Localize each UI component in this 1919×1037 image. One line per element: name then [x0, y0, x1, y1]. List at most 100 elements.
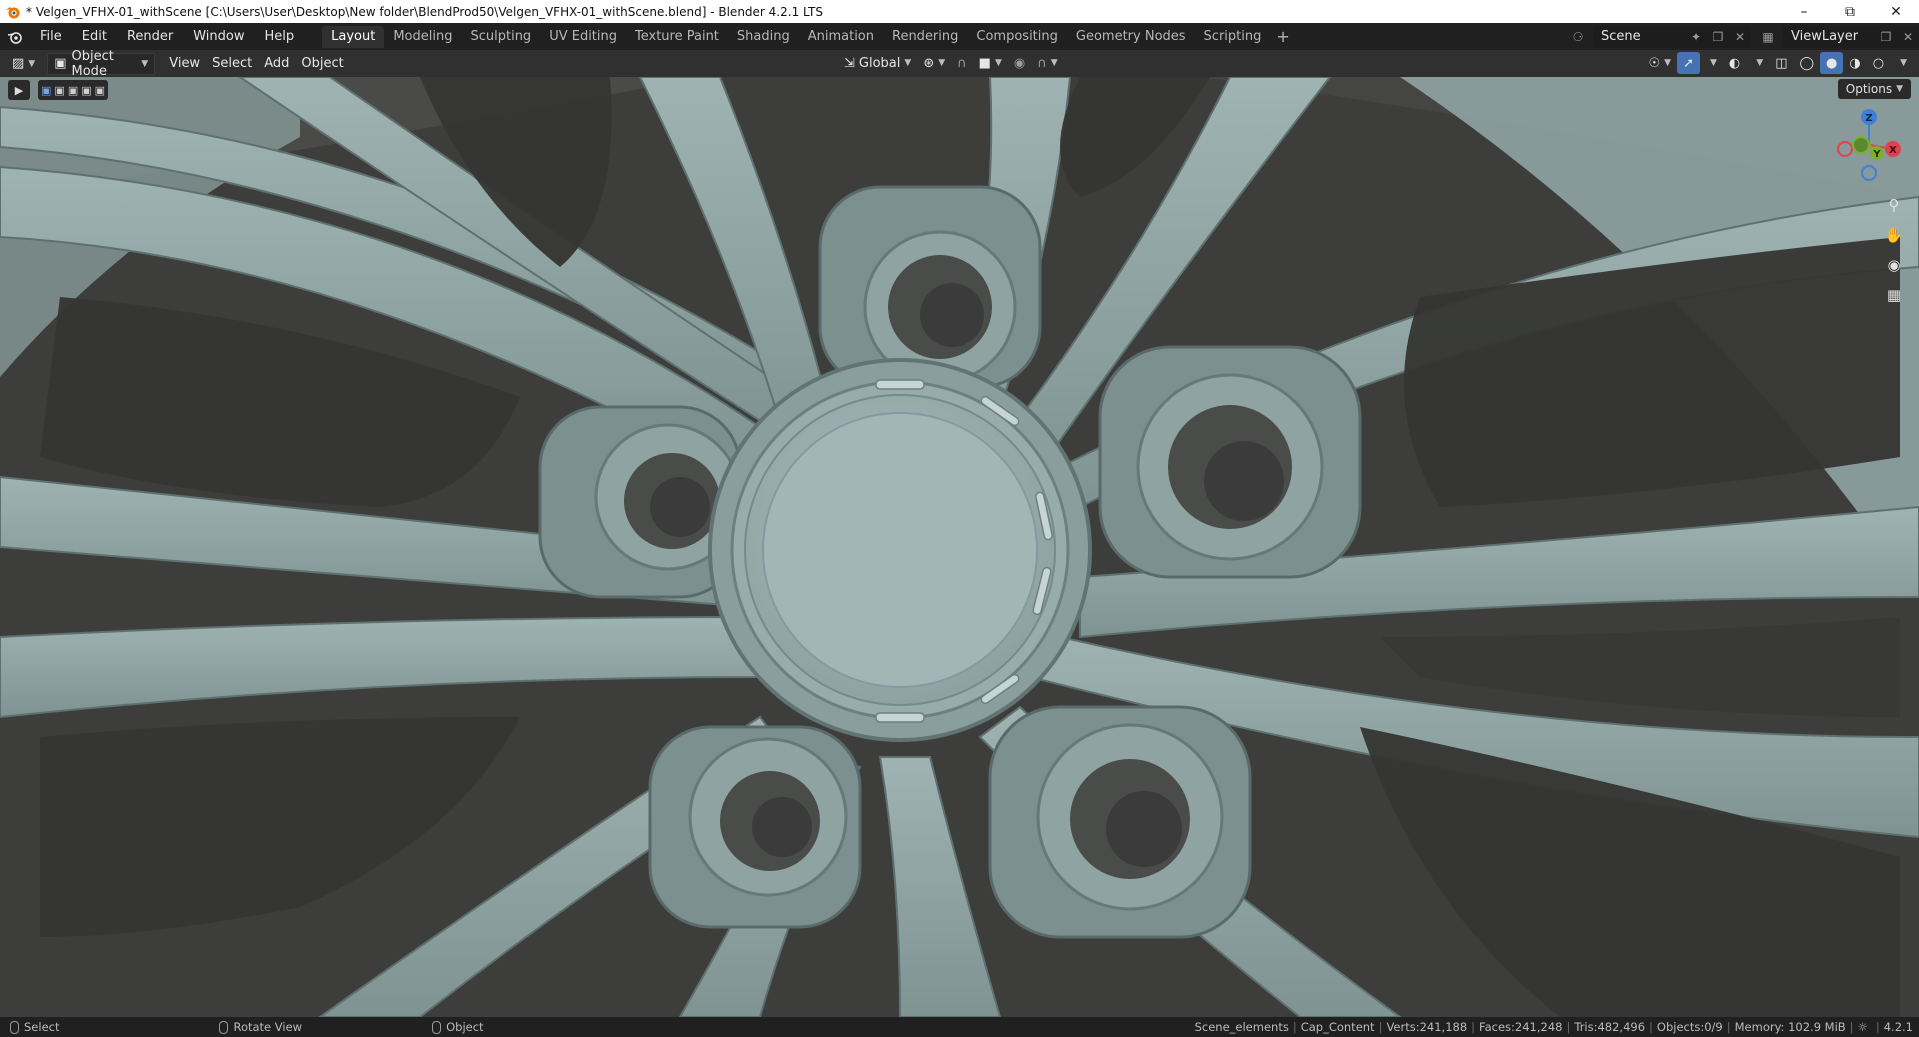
select-invert-icon[interactable]: ▣	[81, 84, 91, 97]
tab-compositing[interactable]: Compositing	[967, 26, 1067, 48]
zoom-view-button[interactable]: ⚲	[1881, 192, 1907, 218]
tab-sculpting[interactable]: Sculpting	[461, 26, 540, 48]
pivot-point-dropdown[interactable]: ⊛ ▼	[917, 52, 951, 74]
object-mode-icon: ▣	[54, 56, 67, 71]
overlays-icon: ◐	[1728, 55, 1741, 71]
mode-label: Object Mode	[71, 48, 114, 79]
new-view-layer-icon[interactable]: ❐	[1875, 26, 1897, 48]
overlays-toggle[interactable]: ◐	[1723, 52, 1746, 74]
menu-add[interactable]: Add	[258, 53, 295, 75]
blender-menu-icon[interactable]	[0, 23, 30, 50]
remove-view-layer-icon[interactable]: ✕	[1897, 26, 1919, 48]
restore-icon[interactable]: ⧉	[1827, 0, 1873, 23]
scene-statistics: Scene_elements | Cap_Content | Verts:241,1…	[1194, 1020, 1913, 1034]
tab-layout[interactable]: Layout	[322, 25, 385, 48]
tab-rendering[interactable]: Rendering	[883, 26, 967, 48]
falloff-icon: ∩	[1037, 55, 1047, 71]
pivot-icon: ⊛	[923, 55, 935, 71]
view-layer-selector[interactable]: ViewLayer ❐ ✕	[1783, 25, 1919, 48]
perspective-toggle-button[interactable]: ▦	[1881, 282, 1907, 308]
chevron-down-icon: ▼	[28, 58, 36, 69]
snap-toggle[interactable]: ∩	[951, 52, 973, 74]
editor-type-button[interactable]: ▨ ▼	[6, 53, 41, 75]
remove-scene-icon[interactable]: ✕	[1729, 26, 1751, 48]
cursor-icon: ▶	[14, 83, 24, 97]
menu-object[interactable]: Object	[295, 53, 349, 75]
view-layer-name[interactable]: ViewLayer	[1783, 29, 1875, 44]
options-label: Options	[1845, 82, 1893, 96]
tab-texture-paint[interactable]: Texture Paint	[626, 26, 728, 48]
wheel-rim-render	[0, 77, 1919, 1017]
select-intersect-icon[interactable]: ▣	[95, 84, 105, 97]
menu-view[interactable]: View	[163, 53, 206, 75]
gizmo-y-label: Y	[1872, 149, 1881, 160]
shading-rendered[interactable]: ○	[1867, 52, 1890, 74]
tab-shading[interactable]: Shading	[728, 26, 799, 48]
scene-selector[interactable]: Scene ✦ ❐ ✕	[1593, 25, 1751, 48]
tab-animation[interactable]: Animation	[799, 26, 883, 48]
chevron-down-icon: ▼	[904, 58, 912, 68]
chevron-down-icon: ▼	[141, 58, 149, 69]
menu-window[interactable]: Window	[183, 23, 254, 50]
visibility-dropdown[interactable]: ☉ ▼	[1643, 52, 1678, 74]
menu-render[interactable]: Render	[117, 23, 183, 50]
select-subtract-icon[interactable]: ▣	[68, 84, 78, 97]
add-workspace-button[interactable]: +	[1270, 27, 1295, 46]
3d-viewport[interactable]: ▶ ▣ ▣ ▣ ▣ ▣ Options ▼ Z X Y ⚲ ✋ ◉ ▦	[0, 77, 1919, 1017]
navigation-gizmo[interactable]: Z X Y	[1829, 105, 1909, 185]
status-bar: Select Rotate View Object Scene_elements…	[0, 1017, 1919, 1037]
shading-wireframe[interactable]: ◯	[1793, 52, 1820, 74]
status-hint-object: Object	[432, 1020, 484, 1034]
eye-icon: ☉	[1648, 55, 1661, 71]
mode-dropdown[interactable]: ▣ Object Mode ▼	[47, 49, 156, 79]
gizmo-toggle[interactable]: ➚	[1677, 52, 1700, 74]
minimize-icon[interactable]: –	[1781, 0, 1827, 23]
shading-solid[interactable]: ●	[1820, 52, 1844, 74]
tab-scripting[interactable]: Scripting	[1195, 26, 1271, 48]
new-scene-icon[interactable]: ❐	[1707, 26, 1729, 48]
pin-icon[interactable]: ✦	[1685, 26, 1707, 48]
chevron-down-icon: ▼	[938, 58, 946, 68]
xray-toggle[interactable]: ◫	[1769, 52, 1793, 74]
stat-tris: Tris:482,496	[1574, 1020, 1646, 1034]
tab-modeling[interactable]: Modeling	[384, 26, 461, 48]
gizmo-icon: ➚	[1683, 55, 1694, 71]
viewport-header-right: ☉ ▼ ➚ ▼ ◐ ▼ ◫ ◯ ● ◑ ○ ▼	[1643, 52, 1913, 74]
menu-edit[interactable]: Edit	[72, 23, 117, 50]
camera-view-button[interactable]: ◉	[1881, 252, 1907, 278]
close-icon[interactable]: ✕	[1873, 0, 1919, 23]
tweak-tool-button[interactable]: ▶	[8, 80, 30, 100]
grid-icon: ▦	[1886, 286, 1902, 304]
select-new-icon[interactable]: ▣	[41, 84, 51, 97]
transform-orientation-dropdown[interactable]: ⇲ Global ▼	[838, 52, 917, 74]
snap-increment-icon: ■	[978, 55, 991, 71]
status-hint-select: Select	[10, 1020, 59, 1034]
scene-icon[interactable]: ⚆	[1567, 26, 1589, 48]
tab-geometry-nodes[interactable]: Geometry Nodes	[1067, 26, 1195, 48]
overlays-dropdown[interactable]: ▼	[1746, 52, 1769, 74]
menu-file[interactable]: File	[30, 23, 72, 50]
proportional-editing-toggle[interactable]: ◉	[1008, 52, 1031, 74]
gizmo-dropdown[interactable]: ▼	[1700, 52, 1723, 74]
shading-dropdown[interactable]: ▼	[1890, 52, 1913, 74]
pan-view-button[interactable]: ✋	[1881, 222, 1907, 248]
mouse-left-icon	[10, 1020, 19, 1034]
orientation-icon: ⇲	[844, 55, 855, 71]
snap-target-dropdown[interactable]: ■ ▼	[973, 52, 1008, 74]
stat-verts: Verts:241,188	[1386, 1020, 1468, 1034]
options-dropdown[interactable]: Options ▼	[1837, 79, 1911, 99]
transform-controls: ⇲ Global ▼ ⊛ ▼ ∩ ■ ▼ ◉ ∩ ▼	[838, 52, 1064, 74]
select-extend-icon[interactable]: ▣	[54, 84, 64, 97]
proportional-icon: ◉	[1013, 55, 1026, 71]
tab-uv-editing[interactable]: UV Editing	[540, 26, 626, 48]
menu-help[interactable]: Help	[255, 23, 305, 50]
chevron-down-icon: ▼	[994, 58, 1002, 68]
falloff-dropdown[interactable]: ∩ ▼	[1031, 52, 1063, 74]
hand-icon: ✋	[1884, 226, 1904, 244]
shading-material[interactable]: ◑	[1843, 52, 1866, 74]
solid-icon: ●	[1826, 55, 1838, 71]
scene-name[interactable]: Scene	[1593, 29, 1685, 44]
chevron-down-icon: ▼	[1900, 58, 1907, 68]
menu-select[interactable]: Select	[206, 53, 258, 75]
view-layer-icon[interactable]: ▦	[1757, 26, 1779, 48]
